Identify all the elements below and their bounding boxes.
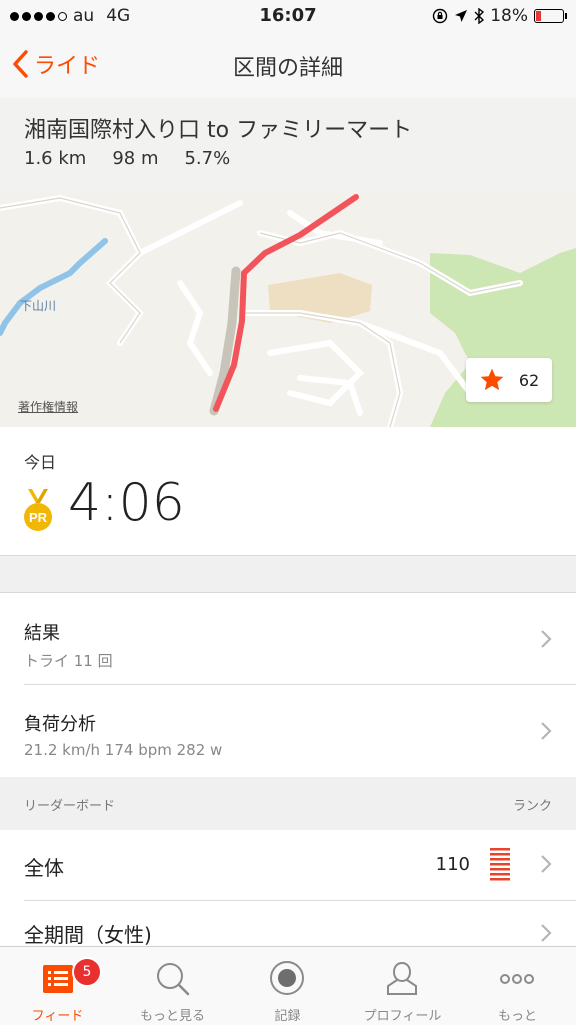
pr-badge-text: PR (29, 510, 48, 525)
search-icon (157, 963, 190, 996)
notification-badge: 5 (72, 957, 102, 987)
results-row[interactable]: 結果 トライ 11 回 (0, 593, 576, 685)
leaderboard-row-women[interactable]: 全期間（女性) (0, 901, 576, 946)
leaderboard-row-label: 全期間（女性) (24, 923, 152, 946)
navigation-bar: ライド 区間の詳細 (0, 32, 576, 99)
segment-name: 湘南国際村入り口 to ファミリーマート (24, 118, 413, 143)
star-segment-button[interactable]: 62 (466, 358, 552, 402)
battery-percent: 18% (490, 6, 528, 26)
profile-icon (387, 961, 417, 995)
rank-value: 110 (435, 854, 470, 875)
star-icon (480, 368, 504, 391)
analysis-title: 負荷分析 (24, 714, 96, 735)
feed-list-icon (43, 965, 73, 993)
status-right: 18% (432, 6, 567, 26)
status-bar: au 4G 16:07 18% (0, 0, 576, 32)
orientation-lock-icon (433, 8, 448, 24)
segment-elevation: 98 m (112, 148, 159, 169)
page-title: 区間の詳細 (232, 56, 343, 81)
segment-header: 湘南国際村入り口 to ファミリーマート 1.6 km 98 m 5.7% (0, 98, 576, 193)
star-count: 62 (518, 370, 540, 390)
bluetooth-icon (474, 8, 485, 24)
analysis-row[interactable]: 負荷分析 21.2 km/h 174 bpm 282 w (0, 685, 576, 777)
leaderboard-title: リーダーボード (24, 799, 116, 814)
segment-distance: 1.6 km (24, 148, 87, 169)
effort-time: 4:06 (68, 473, 185, 533)
tab-bar: 5 フィード もっと見る 記録 プロフィール もっと (0, 946, 576, 1025)
battery-icon (534, 9, 567, 23)
tab-record[interactable]: 記録 (230, 947, 345, 1025)
map-copyright-link[interactable]: 著作権情報 (18, 398, 78, 415)
tab-label: もっと (497, 1009, 537, 1024)
river-label: 下山川 (20, 299, 57, 313)
tab-more[interactable]: もっと (460, 947, 575, 1025)
chevron-right-icon (541, 630, 552, 648)
chevron-right-icon (541, 924, 552, 942)
segment-stats: 1.6 km 98 m 5.7% (24, 148, 230, 169)
today-label: 今日 (24, 453, 57, 472)
segment-grade: 5.7% (184, 148, 231, 169)
more-dots-icon (500, 974, 534, 984)
tab-label: 記録 (274, 1009, 301, 1024)
tab-label: プロフィール (363, 1009, 442, 1024)
leaderboard-header: リーダーボード ランク (0, 777, 576, 830)
rank-header: ランク (512, 799, 552, 814)
tab-explore[interactable]: もっと見る (115, 947, 230, 1025)
results-subtitle: トライ 11 回 (24, 652, 113, 670)
tab-label: フィード (31, 1009, 84, 1024)
rank-bars-icon (490, 848, 510, 881)
leaderboard-row-overall[interactable]: 全体 110 (0, 830, 576, 900)
tab-feed[interactable]: 5 フィード (0, 947, 115, 1025)
location-arrow-icon (455, 10, 468, 22)
chevron-right-icon (541, 722, 552, 740)
chevron-right-icon (541, 855, 552, 873)
tab-profile[interactable]: プロフィール (345, 947, 460, 1025)
section-spacer (0, 556, 576, 593)
results-title: 結果 (24, 623, 60, 644)
pr-medal-icon: PR (24, 489, 52, 531)
analysis-subtitle: 21.2 km/h 174 bpm 282 w (24, 741, 223, 759)
leaderboard-row-label: 全体 (24, 856, 64, 880)
record-icon (270, 961, 304, 995)
today-effort: 今日 PR 4:06 (0, 427, 576, 556)
tab-label: もっと見る (139, 1009, 205, 1024)
